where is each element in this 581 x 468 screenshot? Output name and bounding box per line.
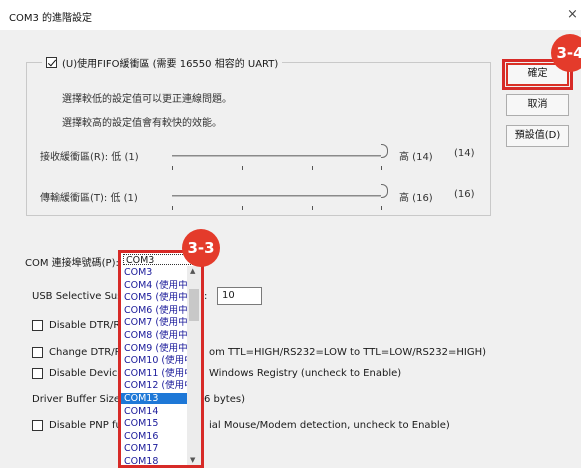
usb-suspend-colon: : [204,291,208,302]
transmit-high-label: 高 (16) [399,193,433,204]
receive-buffer-label: 接收緩衝區(R): 低 (1) [40,152,139,163]
slider-tick [381,206,382,210]
cancel-button[interactable]: 取消 [506,94,569,116]
close-icon[interactable]: × [567,7,578,22]
slider-tick [312,166,313,170]
driver-buffer-label-rest: 6 bytes) [204,394,245,405]
disable-pnp-label-rest: ial Mouse/Modem detection, uncheck to En… [209,420,450,431]
dropdown-highlight [118,250,204,468]
slider-tick [172,206,173,210]
fifo-checkbox[interactable] [46,56,57,68]
slider-tick [172,166,173,170]
disable-dtr-row[interactable] [32,320,43,334]
transmit-buffer-slider[interactable] [172,195,382,197]
receive-high-label: 高 (14) [399,152,433,163]
slider-tick [312,206,313,210]
disable-device-label-rest: Windows Registry (uncheck to Enable) [209,368,402,379]
disable-device-checkbox[interactable] [32,368,43,379]
change-dtr-label-rest: om TTL=HIGH/RS232=LOW to TTL=LOW/RS232=H… [209,347,487,358]
hint-higher: 選擇較高的設定值會有較快的效能。 [62,118,222,129]
change-dtr-row[interactable] [32,347,43,361]
transmit-value: (16) [454,189,475,200]
step-badge-3-4: 3-4 [551,34,581,72]
usb-suspend-input[interactable]: 10 [217,287,262,305]
receive-buffer-slider[interactable] [172,155,382,157]
step-badge-3-3: 3-3 [182,229,220,267]
driver-buffer-label: Driver Buffer Size: [32,394,124,405]
receive-value: (14) [454,148,475,159]
hint-lower: 選擇較低的設定值可以更正連線問題。 [62,94,232,105]
fifo-checkbox-label: (U)使用FIFO緩衝區 (需要 16550 相容的 UART) [62,58,279,70]
slider-tick [242,206,243,210]
disable-dtr-checkbox[interactable] [32,320,43,331]
transmit-buffer-label: 傳輸緩衝區(T): 低 (1) [40,193,138,204]
change-dtr-checkbox[interactable] [32,347,43,358]
window-title: COM3 的進階設定 [9,13,93,24]
disable-pnp-checkbox[interactable] [32,420,43,431]
disable-pnp-row[interactable] [32,420,43,434]
slider-tick [381,166,382,170]
disable-device-row[interactable] [32,368,43,382]
slider-tick [242,166,243,170]
defaults-button[interactable]: 預設值(D) [506,125,569,147]
com-port-label: COM 連接埠號碼(P): [25,258,119,269]
fifo-group-legend[interactable]: (U)使用FIFO緩衝區 (需要 16550 相容的 UART) [42,55,283,70]
